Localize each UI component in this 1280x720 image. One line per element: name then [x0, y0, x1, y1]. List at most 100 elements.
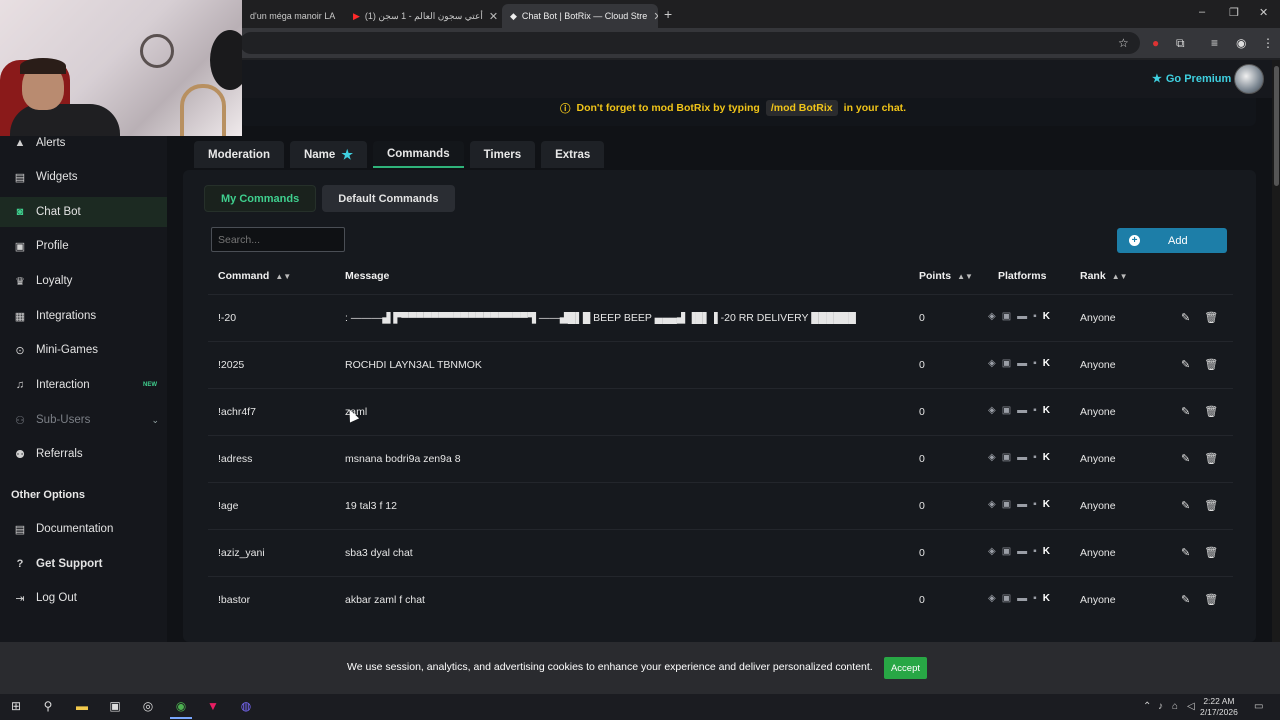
chevron-up-icon[interactable]: ⌃	[1143, 701, 1151, 712]
trash-icon[interactable]: 🗑	[1204, 452, 1218, 465]
browser-tab-2[interactable]: ▶ (1) أعتي سجون العالم - 1 سجن ✕	[345, 4, 497, 28]
trovo-icon: ▪	[1033, 452, 1037, 463]
pencil-icon[interactable]: ✎	[1181, 593, 1190, 606]
browser-tab-3[interactable]: ◆ Chat Bot | BotRix — Cloud Stre ✕	[502, 4, 658, 28]
trash-icon[interactable]: 🗑	[1204, 499, 1218, 512]
sidebar-item-profile[interactable]: ▣ Profile	[0, 231, 167, 261]
pencil-icon[interactable]: ✎	[1181, 405, 1190, 418]
main-tabs: Moderation Name ★ Commands Timers Extras	[194, 141, 605, 168]
extension-icon[interactable]: ●	[1152, 36, 1159, 50]
pencil-icon[interactable]: ✎	[1181, 546, 1190, 559]
twitch-icon: ◈	[988, 452, 996, 463]
pencil-icon[interactable]: ✎	[1181, 499, 1190, 512]
tab-default-commands[interactable]: Default Commands	[322, 185, 455, 212]
sidebar-item-sub-users[interactable]: ⚇ Sub-Users ⌄	[0, 405, 167, 435]
add-command-button[interactable]: + Add	[1117, 228, 1227, 253]
trash-icon[interactable]: 🗑	[1204, 546, 1218, 559]
media-icon[interactable]: ≡	[1211, 36, 1218, 50]
sidebar-item-get-support[interactable]: ? Get Support	[0, 549, 167, 579]
taskbar-clock[interactable]: 2:22 AM 2/17/2026	[1200, 696, 1238, 718]
table-row: !aziz_yani sba3 dyal chat 0 ◈ ▣ ▬ ▪ K Anyone…	[208, 529, 1233, 576]
twitch-icon: ◈	[988, 405, 996, 416]
cookie-text: We use session, analytics, and advertisi…	[347, 661, 873, 673]
sidebar-item-documentation[interactable]: ▤ Documentation	[0, 514, 167, 544]
row-actions: ✎ 🗑	[1181, 405, 1218, 418]
chat-icon: ▣	[1001, 499, 1012, 510]
trophy-icon: ♛	[15, 275, 25, 288]
close-window-button[interactable]: ✕	[1259, 6, 1268, 19]
windows-start-icon[interactable]: ⊞	[8, 698, 24, 714]
accept-cookies-button[interactable]: Accept	[884, 657, 927, 679]
go-premium-button[interactable]: ★ Go Premium	[1152, 72, 1232, 86]
browser-tab-1[interactable]: d'un méga manoir LA ✕	[242, 4, 342, 28]
tab-label: Extras	[555, 148, 591, 161]
trash-icon[interactable]: 🗑	[1204, 405, 1218, 418]
network-icon[interactable]: ⌂	[1172, 701, 1178, 712]
sidebar-item-widgets[interactable]: ▤ Widgets	[0, 162, 167, 192]
microphone-icon[interactable]: ♪	[1158, 701, 1163, 712]
search-input[interactable]	[211, 227, 345, 252]
sidebar-item-integrations[interactable]: ▦ Integrations	[0, 301, 167, 331]
close-icon[interactable]: ✕	[647, 10, 658, 23]
close-icon[interactable]: ✕	[335, 10, 342, 23]
pencil-icon[interactable]: ✎	[1181, 358, 1190, 371]
app-icon[interactable]: ◎	[140, 698, 156, 714]
obs-icon[interactable]: ◍	[238, 698, 254, 714]
info-icon: ⓘ	[560, 102, 571, 115]
tab-timers[interactable]: Timers	[469, 141, 536, 168]
url-field[interactable]	[240, 32, 1140, 54]
file-explorer-icon[interactable]: ▬	[74, 698, 90, 714]
sidebar-item-chat-bot[interactable]: ◙ Chat Bot	[0, 197, 167, 227]
column-points[interactable]: Points ▲▼	[919, 270, 973, 282]
trash-icon[interactable]: 🗑	[1204, 311, 1218, 324]
column-label: Points	[919, 270, 952, 282]
sort-icon: ▲▼	[275, 271, 292, 281]
tab-commands[interactable]: Commands	[372, 141, 464, 168]
tab-name[interactable]: Name ★	[289, 141, 367, 168]
scrollbar-thumb[interactable]	[1274, 66, 1279, 186]
star-icon[interactable]: ☆	[1118, 36, 1129, 50]
maximize-button[interactable]: ❐	[1229, 6, 1239, 19]
column-rank[interactable]: Rank ▲▼	[1080, 270, 1128, 282]
sidebar-item-loyalty[interactable]: ♛ Loyalty	[0, 266, 167, 296]
tab-my-commands[interactable]: My Commands	[204, 185, 317, 212]
sidebar-item-label: Sub-Users	[36, 414, 91, 426]
video-editor-icon[interactable]: ▼	[205, 698, 221, 714]
active-app-indicator	[170, 717, 192, 719]
column-command[interactable]: Command ▲▼	[218, 270, 291, 282]
table-row: !2025 ROCHDI LAYN3AL TBNMOK 0 ◈ ▣ ▬ ▪ K Anyo…	[208, 341, 1233, 388]
close-icon[interactable]: ✕	[483, 10, 497, 23]
puzzle-icon[interactable]: ⧉	[1176, 36, 1185, 51]
search-icon[interactable]: ⚲	[40, 698, 56, 714]
row-actions: ✎ 🗑	[1181, 358, 1218, 371]
trovo-icon: ▪	[1033, 311, 1037, 322]
sidebar-item-interaction[interactable]: ♫ Interaction NEW	[0, 370, 167, 400]
message-cell: 19 tal3 f 12	[345, 500, 397, 512]
sidebar-item-mini-games[interactable]: ⊙ Mini-Games	[0, 335, 167, 365]
trash-icon[interactable]: 🗑	[1204, 593, 1218, 606]
minimize-button[interactable]: –	[1199, 6, 1205, 18]
new-tab-button[interactable]: +	[664, 6, 672, 22]
twitch-icon: ◈	[988, 358, 996, 369]
message-cell: ROCHDI LAYN3AL TBNMOK	[345, 359, 482, 371]
sidebar-item-log-out[interactable]: ⇥ Log Out	[0, 583, 167, 613]
go-premium-label: Go Premium	[1165, 72, 1232, 85]
chrome-icon[interactable]: ◉	[173, 698, 189, 714]
twitch-icon: ◈	[988, 546, 996, 557]
notification-icon[interactable]: ▭	[1254, 701, 1263, 712]
profile-icon[interactable]: ◉	[1236, 36, 1246, 50]
tab-extras[interactable]: Extras	[541, 141, 605, 168]
pencil-icon[interactable]: ✎	[1181, 311, 1190, 324]
volume-icon[interactable]: ◁	[1187, 701, 1195, 712]
widgets-icon: ▤	[14, 171, 26, 184]
tab-moderation[interactable]: Moderation	[194, 141, 284, 168]
support-icon: ?	[16, 558, 24, 570]
command-cell: !achr4f7	[218, 406, 256, 418]
pencil-icon[interactable]: ✎	[1181, 452, 1190, 465]
avatar[interactable]	[1234, 64, 1264, 94]
store-icon[interactable]: ▣	[107, 698, 123, 714]
menu-icon[interactable]: ⋮	[1262, 36, 1274, 50]
trash-icon[interactable]: 🗑	[1204, 358, 1218, 371]
sidebar-item-label: Widgets	[36, 171, 78, 183]
sidebar-item-referrals[interactable]: ⚉ Referrals	[0, 439, 167, 469]
